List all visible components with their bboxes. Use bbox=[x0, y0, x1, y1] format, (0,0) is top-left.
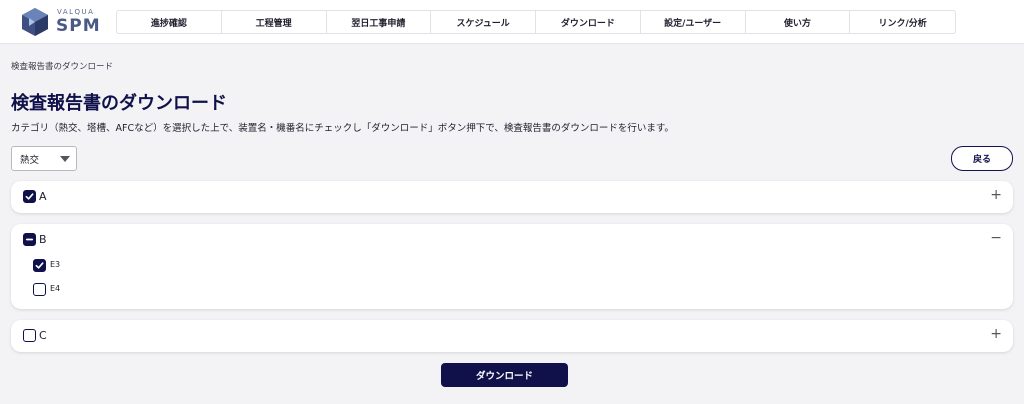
group-panel-b: B − E3 E4 bbox=[11, 224, 1013, 309]
valqua-spm-logo[interactable]: VALQUA SPM bbox=[20, 7, 106, 37]
logo-company-text: VALQUA bbox=[57, 8, 95, 16]
page-description: カテゴリ（熱交、塔槽、AFCなど）を選択した上で、装置名・機番名にチェックし「ダ… bbox=[11, 123, 674, 134]
item-e4-checkbox[interactable] bbox=[33, 283, 46, 296]
checkmark-icon bbox=[25, 193, 34, 200]
main-nav: 進捗確認 工程管理 翌日工事申請 スケジュール ダウンロード 設定/ユーザー 使… bbox=[116, 10, 956, 34]
group-header-c[interactable]: C + bbox=[11, 320, 1013, 352]
logo-product-text: SPM bbox=[56, 16, 101, 36]
group-b-checkbox[interactable] bbox=[23, 233, 36, 246]
checkmark-icon bbox=[35, 262, 44, 269]
back-button[interactable]: 戻る bbox=[951, 146, 1013, 171]
collapse-minus-icon[interactable]: − bbox=[990, 230, 1002, 246]
group-c-label: C bbox=[39, 329, 47, 342]
dropdown-arrow-icon bbox=[60, 156, 70, 162]
group-header-a[interactable]: A + bbox=[11, 181, 1013, 213]
nav-process-management[interactable]: 工程管理 bbox=[222, 11, 327, 33]
nav-settings-users[interactable]: 設定/ユーザー bbox=[641, 11, 746, 33]
group-panel-a: A + bbox=[11, 181, 1013, 213]
download-button[interactable]: ダウンロード bbox=[441, 363, 568, 387]
expand-plus-icon[interactable]: + bbox=[990, 326, 1002, 342]
nav-progress[interactable]: 進捗確認 bbox=[117, 11, 222, 33]
group-panel-c: C + bbox=[11, 320, 1013, 352]
category-select[interactable]: 熱交 bbox=[11, 146, 77, 171]
app-header: VALQUA SPM 進捗確認 工程管理 翌日工事申請 スケジュール ダウンロー… bbox=[0, 0, 1024, 44]
indeterminate-icon bbox=[25, 238, 34, 241]
list-item-e4[interactable]: E4 bbox=[33, 282, 333, 298]
group-b-label: B bbox=[39, 233, 47, 246]
category-select-value: 熱交 bbox=[20, 154, 40, 166]
nav-download[interactable]: ダウンロード bbox=[536, 11, 641, 33]
breadcrumb: 検査報告書のダウンロード bbox=[11, 62, 114, 72]
group-a-checkbox[interactable] bbox=[23, 190, 36, 203]
group-c-checkbox[interactable] bbox=[23, 329, 36, 342]
nav-next-day-request[interactable]: 翌日工事申請 bbox=[327, 11, 432, 33]
list-item-e3[interactable]: E3 bbox=[33, 258, 333, 274]
nav-links-analysis[interactable]: リンク/分析 bbox=[850, 11, 955, 33]
item-e3-checkbox[interactable] bbox=[33, 259, 46, 272]
group-header-b[interactable]: B − bbox=[11, 224, 1013, 254]
expand-plus-icon[interactable]: + bbox=[990, 187, 1002, 203]
logo-mark-icon bbox=[22, 8, 48, 36]
group-a-label: A bbox=[39, 190, 47, 203]
nav-schedule[interactable]: スケジュール bbox=[431, 11, 536, 33]
item-e4-label: E4 bbox=[50, 284, 61, 293]
page-title: 検査報告書のダウンロード bbox=[11, 93, 227, 114]
item-e3-label: E3 bbox=[50, 260, 61, 269]
nav-how-to-use[interactable]: 使い方 bbox=[746, 11, 851, 33]
